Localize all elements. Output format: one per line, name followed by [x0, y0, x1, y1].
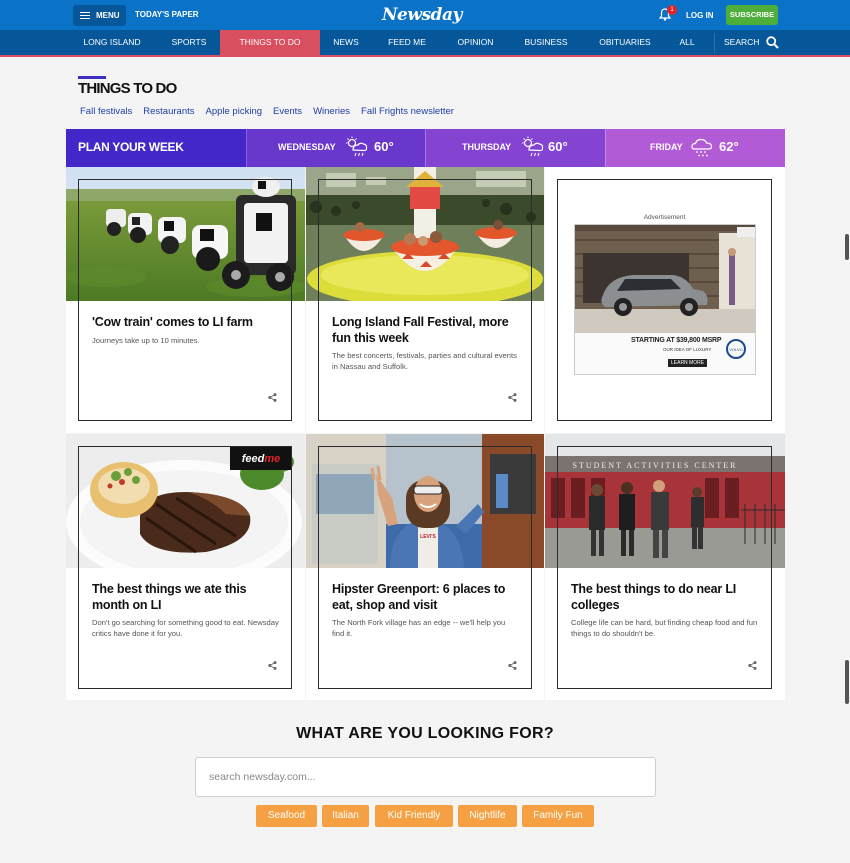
- nav-search-label[interactable]: SEARCH: [724, 30, 759, 55]
- plan-your-week[interactable]: PLAN YOUR WEEK: [66, 129, 246, 167]
- nav-feed-me[interactable]: FEED ME: [378, 30, 436, 55]
- notification-badge: 1: [667, 5, 677, 15]
- svg-text:VOLVO: VOLVO: [729, 347, 743, 352]
- nav-business[interactable]: BUSINESS: [515, 30, 577, 55]
- ad-learn-more-button[interactable]: LEARN MORE: [668, 359, 708, 367]
- nav-sports[interactable]: SPORTS: [160, 30, 218, 55]
- card-frame: [78, 179, 292, 421]
- link-wineries[interactable]: Wineries: [313, 106, 350, 117]
- weather-day-label: THURSDAY: [462, 142, 512, 152]
- section-title: THINGS TO DO: [78, 80, 177, 97]
- weather-day-label: FRIDAY: [650, 142, 683, 152]
- ad-price: STARTING AT $39,800 MSRP: [631, 337, 722, 344]
- subscribe-button[interactable]: SUBSCRIBE: [726, 5, 778, 25]
- tag-italian[interactable]: Italian: [322, 805, 369, 827]
- rain-sun-icon: [521, 135, 545, 164]
- main-nav: LONG ISLAND SPORTS THINGS TO DO NEWS FEE…: [0, 30, 850, 57]
- nav-opinion[interactable]: OPINION: [448, 30, 503, 55]
- card-frame: [318, 446, 532, 689]
- newsday-logo[interactable]: Newsday: [382, 5, 462, 25]
- section-rule: [78, 76, 106, 79]
- login-link[interactable]: LOG IN: [686, 11, 714, 20]
- card-frame: [557, 446, 772, 689]
- weather-bar: PLAN YOUR WEEK WEDNESDAY 60° THURSDAY 60…: [66, 129, 785, 167]
- advertisement[interactable]: Advertisement VOLVO STARTING AT $39,800 …: [557, 179, 772, 421]
- link-events[interactable]: Events: [273, 106, 302, 117]
- weather-day-label: WEDNESDAY: [278, 142, 336, 152]
- weather-day-friday[interactable]: FRIDAY 62°: [605, 129, 785, 167]
- weather-temp: 62°: [719, 139, 739, 154]
- tag-family-fun[interactable]: Family Fun: [522, 805, 594, 827]
- nav-things-to-do[interactable]: THINGS TO DO: [220, 30, 320, 55]
- nav-long-island[interactable]: LONG ISLAND: [72, 30, 152, 55]
- nav-news[interactable]: NEWS: [325, 30, 367, 55]
- todays-paper-link[interactable]: TODAY'S PAPER: [135, 10, 199, 19]
- top-bar: MENU TODAY'S PAPER Newsday 1 LOG IN SUBS…: [0, 0, 850, 30]
- ad-label: Advertisement: [643, 214, 686, 221]
- hamburger-icon: [80, 11, 90, 20]
- rain-sun-icon: [345, 135, 369, 164]
- ad-tagline: OUR IDEA OF LUXURY: [663, 347, 712, 352]
- tag-seafood[interactable]: Seafood: [256, 805, 317, 827]
- search-heading: WHAT ARE YOU LOOKING FOR?: [296, 725, 554, 742]
- rain-cloud-icon: [690, 135, 714, 164]
- nav-obituaries[interactable]: OBITUARIES: [590, 30, 660, 55]
- search-icon[interactable]: [766, 36, 779, 54]
- plan-heading: PLAN YOUR WEEK: [78, 140, 184, 154]
- tag-nightlife[interactable]: Nightlife: [458, 805, 517, 827]
- nav-all[interactable]: ALL: [672, 30, 702, 55]
- site-search-field[interactable]: [195, 757, 656, 797]
- card-frame: [318, 179, 532, 421]
- search-input[interactable]: [196, 758, 655, 796]
- scrollbar-thumb[interactable]: [845, 660, 849, 704]
- weather-day-wednesday[interactable]: WEDNESDAY 60°: [246, 129, 425, 167]
- weather-temp: 60°: [548, 139, 568, 154]
- menu-label: MENU: [96, 11, 120, 20]
- nav-divider: [714, 33, 715, 53]
- menu-button[interactable]: MENU: [73, 5, 126, 26]
- weather-day-thursday[interactable]: THURSDAY 60°: [425, 129, 605, 167]
- ad-image[interactable]: VOLVO STARTING AT $39,800 MSRP OUR IDEA …: [574, 224, 756, 375]
- tag-kid-friendly[interactable]: Kid Friendly: [375, 805, 453, 827]
- scrollbar-thumb[interactable]: [845, 234, 849, 260]
- section-links: Fall festivals Restaurants Apple picking…: [80, 106, 454, 117]
- link-apple-picking[interactable]: Apple picking: [206, 106, 263, 117]
- weather-temp: 60°: [374, 139, 394, 154]
- link-restaurants[interactable]: Restaurants: [143, 106, 194, 117]
- link-fall-frights-newsletter[interactable]: Fall Frights newsletter: [361, 106, 454, 117]
- card-frame: [78, 446, 292, 689]
- link-fall-festivals[interactable]: Fall festivals: [80, 106, 132, 117]
